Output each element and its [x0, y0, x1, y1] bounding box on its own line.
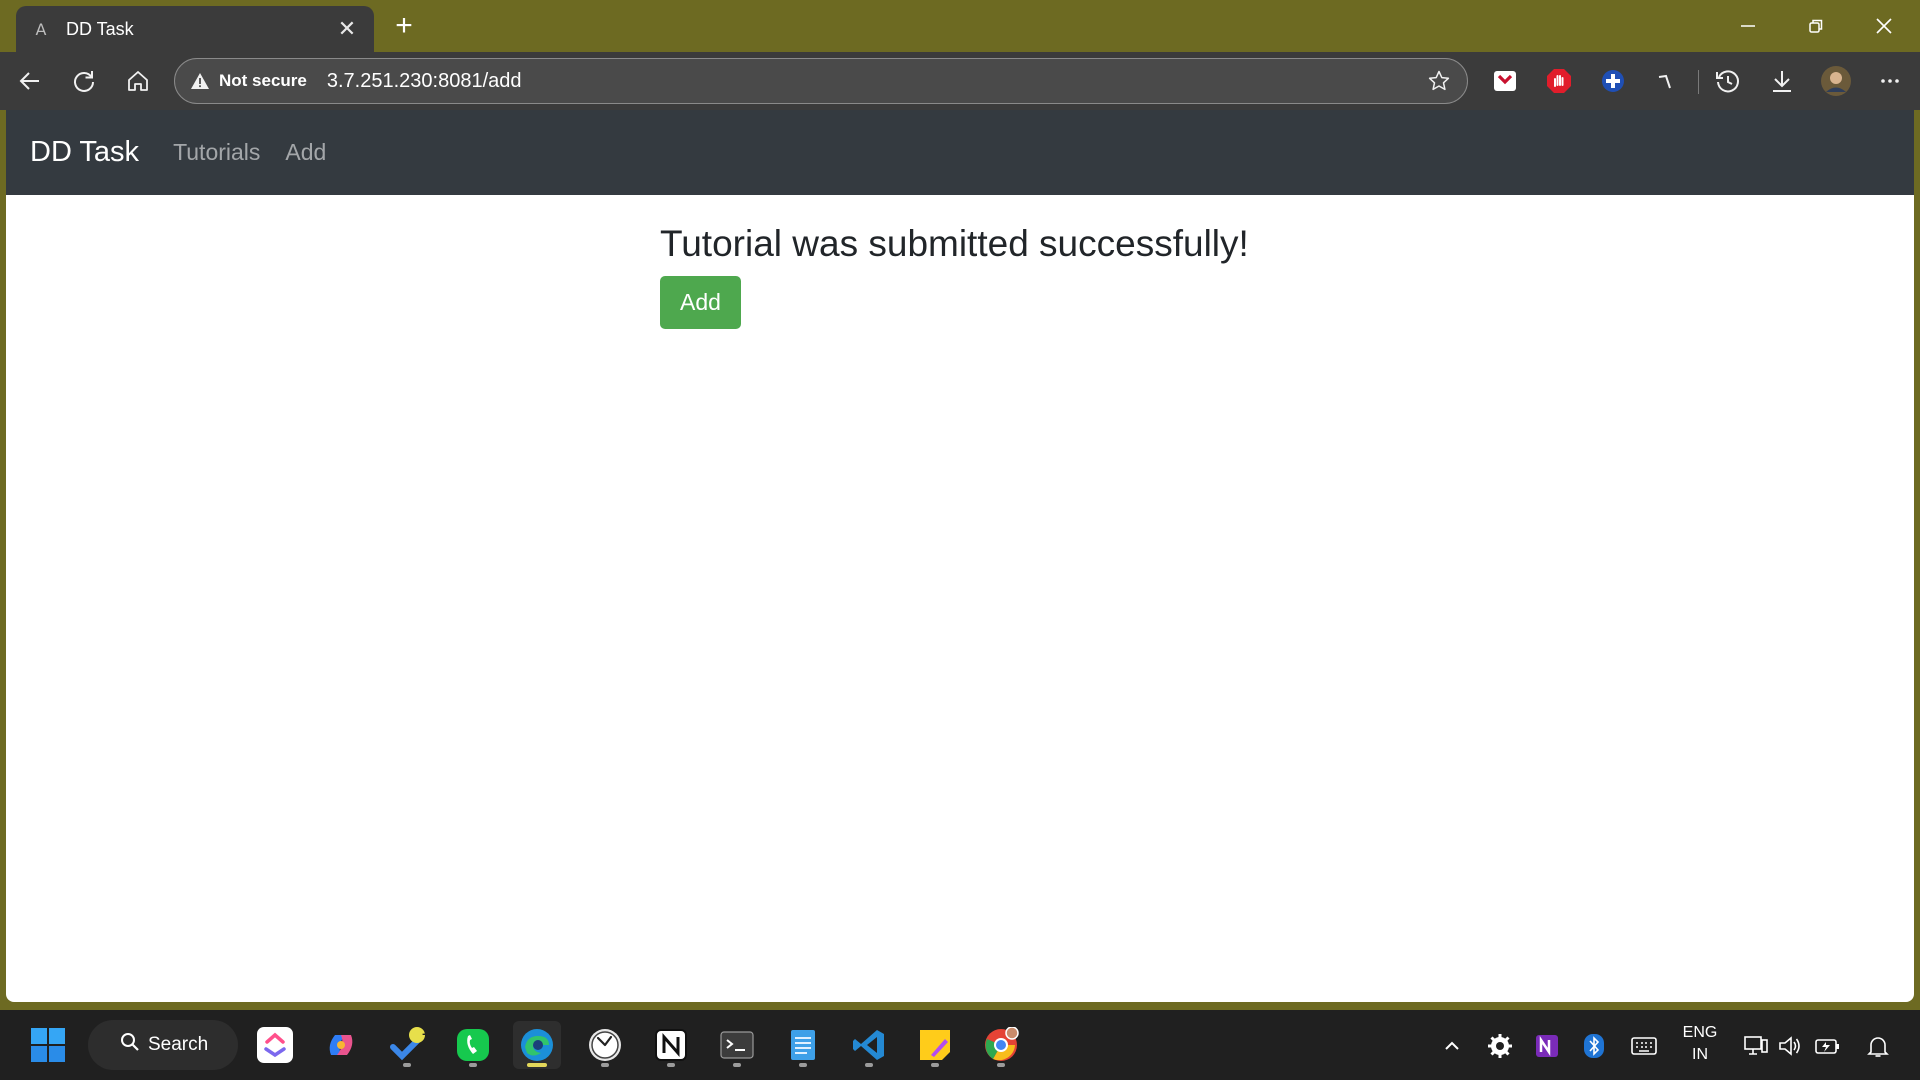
running-indicator — [469, 1063, 477, 1067]
notion-app-icon[interactable] — [647, 1021, 695, 1069]
add-button[interactable]: Add — [660, 276, 741, 330]
pocket-extension-icon[interactable] — [1487, 63, 1523, 99]
close-window-button[interactable] — [1850, 0, 1918, 52]
search-icon — [120, 1032, 140, 1058]
clock-app-icon[interactable] — [581, 1021, 629, 1069]
navbar-brand[interactable]: DD Task — [30, 136, 139, 169]
main-content: Tutorial was submitted successfully! Add — [660, 222, 1249, 330]
nav-link-tutorials[interactable]: Tutorials — [173, 139, 260, 166]
windows-taskbar: Search 1 ENG IN — [0, 1010, 1920, 1080]
input-language-indicator[interactable]: ENG IN — [1676, 1022, 1724, 1066]
nav-link-add[interactable]: Add — [285, 139, 326, 166]
browser-title-bar: A DD Task ✕ + — [0, 0, 1920, 52]
running-indicator — [931, 1063, 939, 1067]
more-options-icon[interactable] — [1872, 63, 1908, 99]
profile-avatar[interactable] — [1818, 63, 1854, 99]
language-code: ENG — [1682, 1024, 1718, 1041]
notepad-app-icon[interactable] — [779, 1021, 827, 1069]
warning-icon[interactable] — [189, 70, 211, 92]
minimize-button[interactable] — [1714, 0, 1782, 52]
battery-charging-icon[interactable] — [1808, 1024, 1848, 1068]
sticky-notes-app-icon[interactable] — [911, 1021, 959, 1069]
running-indicator — [733, 1063, 741, 1067]
back-button[interactable] — [10, 61, 50, 101]
clickup-app-icon[interactable] — [251, 1021, 299, 1069]
onenote-icon[interactable] — [1527, 1024, 1567, 1068]
running-indicator — [865, 1063, 873, 1067]
adblock-extension-icon[interactable] — [1541, 63, 1577, 99]
start-button[interactable] — [24, 1021, 72, 1069]
tab-title: DD Task — [66, 18, 134, 39]
running-indicator — [601, 1063, 609, 1067]
todo-badge: 1 — [421, 1023, 429, 1038]
settings-gear-icon[interactable] — [1480, 1024, 1520, 1068]
edge-app-icon[interactable] — [513, 1021, 561, 1069]
show-hidden-icons-chevron-icon[interactable] — [1432, 1024, 1472, 1068]
copilot-app-icon[interactable] — [317, 1021, 365, 1069]
running-indicator — [403, 1063, 411, 1067]
taskbar-search[interactable]: Search — [88, 1020, 238, 1070]
running-indicator — [799, 1063, 807, 1067]
favorite-star-icon[interactable] — [1419, 61, 1459, 101]
toolbar-divider — [1698, 70, 1699, 94]
reload-button[interactable] — [64, 61, 104, 101]
volume-icon[interactable] — [1770, 1024, 1810, 1068]
phone-app-icon[interactable] — [449, 1021, 497, 1069]
search-label: Search — [148, 1034, 209, 1055]
history-icon[interactable] — [1710, 63, 1746, 99]
vscode-app-icon[interactable] — [845, 1021, 893, 1069]
angular-icon: A — [35, 19, 47, 39]
running-indicator — [667, 1063, 675, 1067]
new-tab-button[interactable]: + — [384, 6, 424, 46]
page-viewport: DD Task Tutorials Add Tutorial was submi… — [6, 110, 1914, 1002]
running-indicator — [997, 1063, 1005, 1067]
bluetooth-icon[interactable] — [1574, 1024, 1614, 1068]
browser-tab[interactable]: A DD Task ✕ — [16, 6, 374, 52]
restore-button[interactable] — [1782, 0, 1850, 52]
success-message: Tutorial was submitted successfully! — [660, 223, 1249, 264]
security-label[interactable]: Not secure — [219, 71, 307, 91]
home-button[interactable] — [118, 61, 158, 101]
address-bar[interactable]: Not secure 3.7.251.230:8081/add — [174, 58, 1468, 104]
active-indicator — [527, 1063, 547, 1067]
bitwarden-extension-icon[interactable] — [1595, 63, 1631, 99]
close-tab-icon[interactable]: ✕ — [330, 12, 364, 46]
downloads-icon[interactable] — [1764, 63, 1800, 99]
terminal-app-icon[interactable] — [713, 1021, 761, 1069]
todo-app-icon[interactable]: 1 — [383, 1021, 431, 1069]
keyboard-icon[interactable] — [1624, 1024, 1664, 1068]
notification-bell-icon[interactable] — [1858, 1024, 1898, 1068]
region-code: IN — [1692, 1046, 1708, 1063]
site-navbar: DD Task Tutorials Add — [6, 110, 1914, 195]
browser-toolbar: Not secure 3.7.251.230:8081/add — [0, 52, 1920, 110]
url-text[interactable]: 3.7.251.230:8081/add — [327, 70, 1419, 93]
extension-pointer-icon[interactable] — [1647, 63, 1683, 99]
chrome-app-icon[interactable] — [977, 1021, 1025, 1069]
